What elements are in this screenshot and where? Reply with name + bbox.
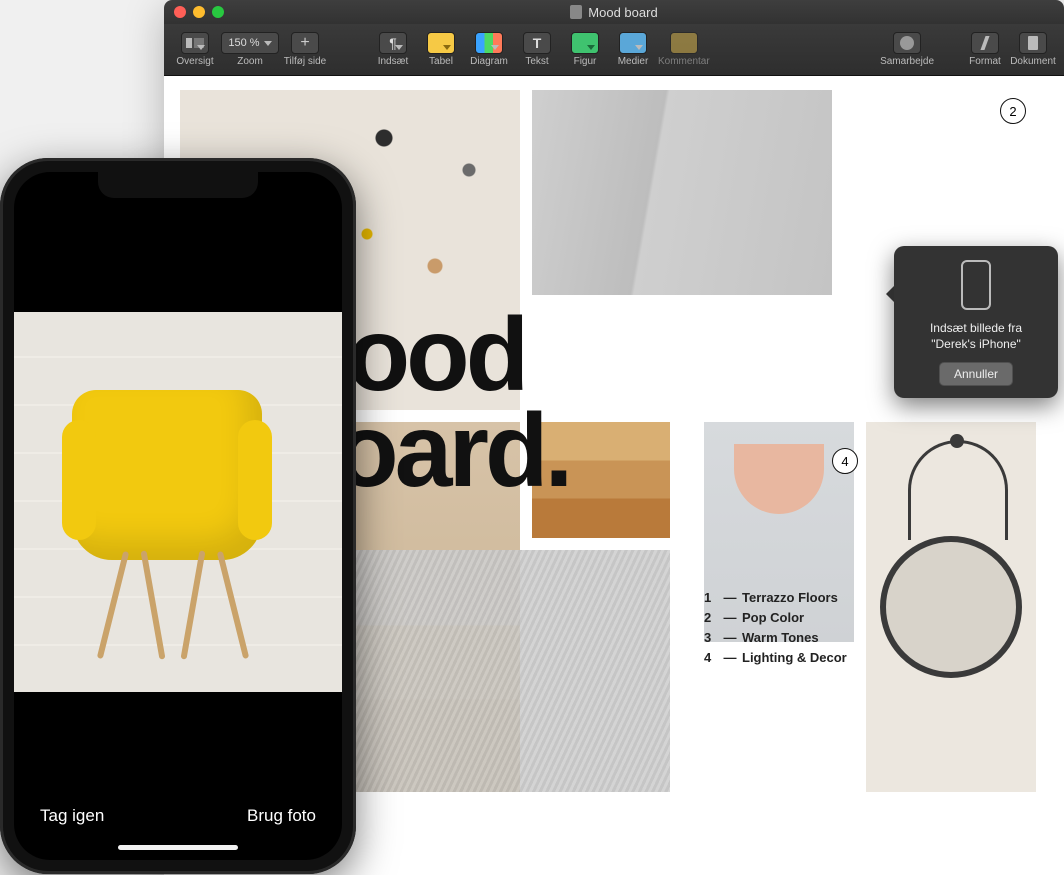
shape-icon: [571, 32, 599, 54]
chevron-down-icon: [264, 41, 272, 46]
legend-list[interactable]: 1—Terrazzo Floors 2—Pop Color 3—Warm Ton…: [704, 588, 847, 669]
format-label: Format: [969, 56, 1001, 67]
comment-icon: [670, 32, 698, 54]
plus-icon: [291, 32, 319, 54]
iphone-device: Tag igen Brug foto: [0, 158, 356, 874]
view-button[interactable]: Oversigt: [172, 27, 218, 73]
camera-action-bar: Tag igen Brug foto: [14, 806, 342, 826]
text-button[interactable]: Tekst: [514, 27, 560, 73]
view-label: Oversigt: [176, 56, 213, 67]
shape-button[interactable]: Figur: [562, 27, 608, 73]
legend-row: 2—Pop Color: [704, 608, 847, 628]
zoom-label: Zoom: [237, 56, 263, 67]
iphone-outline-icon: [961, 260, 991, 310]
callout-4[interactable]: 4: [832, 448, 858, 474]
collaborate-label: Samarbejde: [880, 56, 934, 67]
legend-row: 1—Terrazzo Floors: [704, 588, 847, 608]
add-page-label: Tilføj side: [284, 56, 326, 67]
text-label: Tekst: [525, 56, 548, 67]
table-label: Tabel: [429, 56, 453, 67]
document-panel-icon: [1019, 32, 1047, 54]
legend-row: 4—Lighting & Decor: [704, 648, 847, 668]
shape-label: Figur: [574, 56, 597, 67]
insert-from-iphone-popover: Indsæt billede fra "Derek's iPhone" Annu…: [894, 246, 1058, 398]
zoom-value-pill[interactable]: 150 %: [221, 32, 278, 54]
window-title: Mood board: [164, 5, 1064, 20]
collaborate-button[interactable]: Samarbejde: [880, 27, 934, 73]
retake-button[interactable]: Tag igen: [40, 806, 104, 826]
popover-line-1: Indsæt billede fra: [906, 320, 1046, 336]
comment-button[interactable]: Kommentar: [658, 27, 710, 73]
document-button[interactable]: Dokument: [1010, 27, 1056, 73]
use-photo-button[interactable]: Brug foto: [247, 806, 316, 826]
window-titlebar: Mood board: [164, 0, 1064, 24]
add-page-button[interactable]: Tilføj side: [282, 27, 328, 73]
document-icon: [570, 5, 582, 19]
insert-icon: [379, 32, 407, 54]
chart-label: Diagram: [470, 56, 508, 67]
popover-message: Indsæt billede fra "Derek's iPhone": [906, 320, 1046, 352]
table-button[interactable]: Tabel: [418, 27, 464, 73]
image-concrete[interactable]: [532, 90, 832, 295]
collaborate-icon: [893, 32, 921, 54]
legend-label: Pop Color: [742, 610, 804, 625]
toolbar: Oversigt 150 % Zoom Tilføj side Indsæt: [164, 24, 1064, 76]
media-label: Medier: [618, 56, 649, 67]
legend-label: Warm Tones: [742, 630, 819, 645]
insert-button[interactable]: Indsæt: [370, 27, 416, 73]
chart-button[interactable]: Diagram: [466, 27, 512, 73]
document-label: Dokument: [1010, 56, 1056, 67]
camera-photo-preview[interactable]: [14, 312, 342, 692]
zoom-button[interactable]: 150 % Zoom: [220, 27, 280, 73]
window-title-text: Mood board: [588, 5, 657, 20]
format-button[interactable]: Format: [962, 27, 1008, 73]
iphone-screen: Tag igen Brug foto: [14, 172, 342, 860]
mirror-strap-decor: [908, 440, 1008, 540]
popover-line-2: "Derek's iPhone": [906, 336, 1046, 352]
mirror-hook-decor: [950, 434, 964, 448]
media-button[interactable]: Medier: [610, 27, 656, 73]
insert-label: Indsæt: [378, 56, 409, 67]
iphone-notch: [98, 172, 258, 198]
legend-row: 3—Warm Tones: [704, 628, 847, 648]
popover-cancel-button[interactable]: Annuller: [939, 362, 1013, 386]
callout-2[interactable]: 2: [1000, 98, 1026, 124]
chart-icon: [475, 32, 503, 54]
table-icon: [427, 32, 455, 54]
media-icon: [619, 32, 647, 54]
zoom-value-text: 150 %: [228, 37, 259, 49]
legend-label: Terrazzo Floors: [742, 590, 838, 605]
photo-subject-chair: [60, 372, 280, 672]
iphone-home-indicator[interactable]: [118, 845, 238, 850]
image-fur-rug[interactable]: [350, 550, 670, 792]
comment-label: Kommentar: [658, 56, 710, 67]
view-icon: [181, 32, 209, 54]
format-icon: [971, 32, 999, 54]
text-icon: [523, 32, 551, 54]
legend-label: Lighting & Decor: [742, 650, 847, 665]
